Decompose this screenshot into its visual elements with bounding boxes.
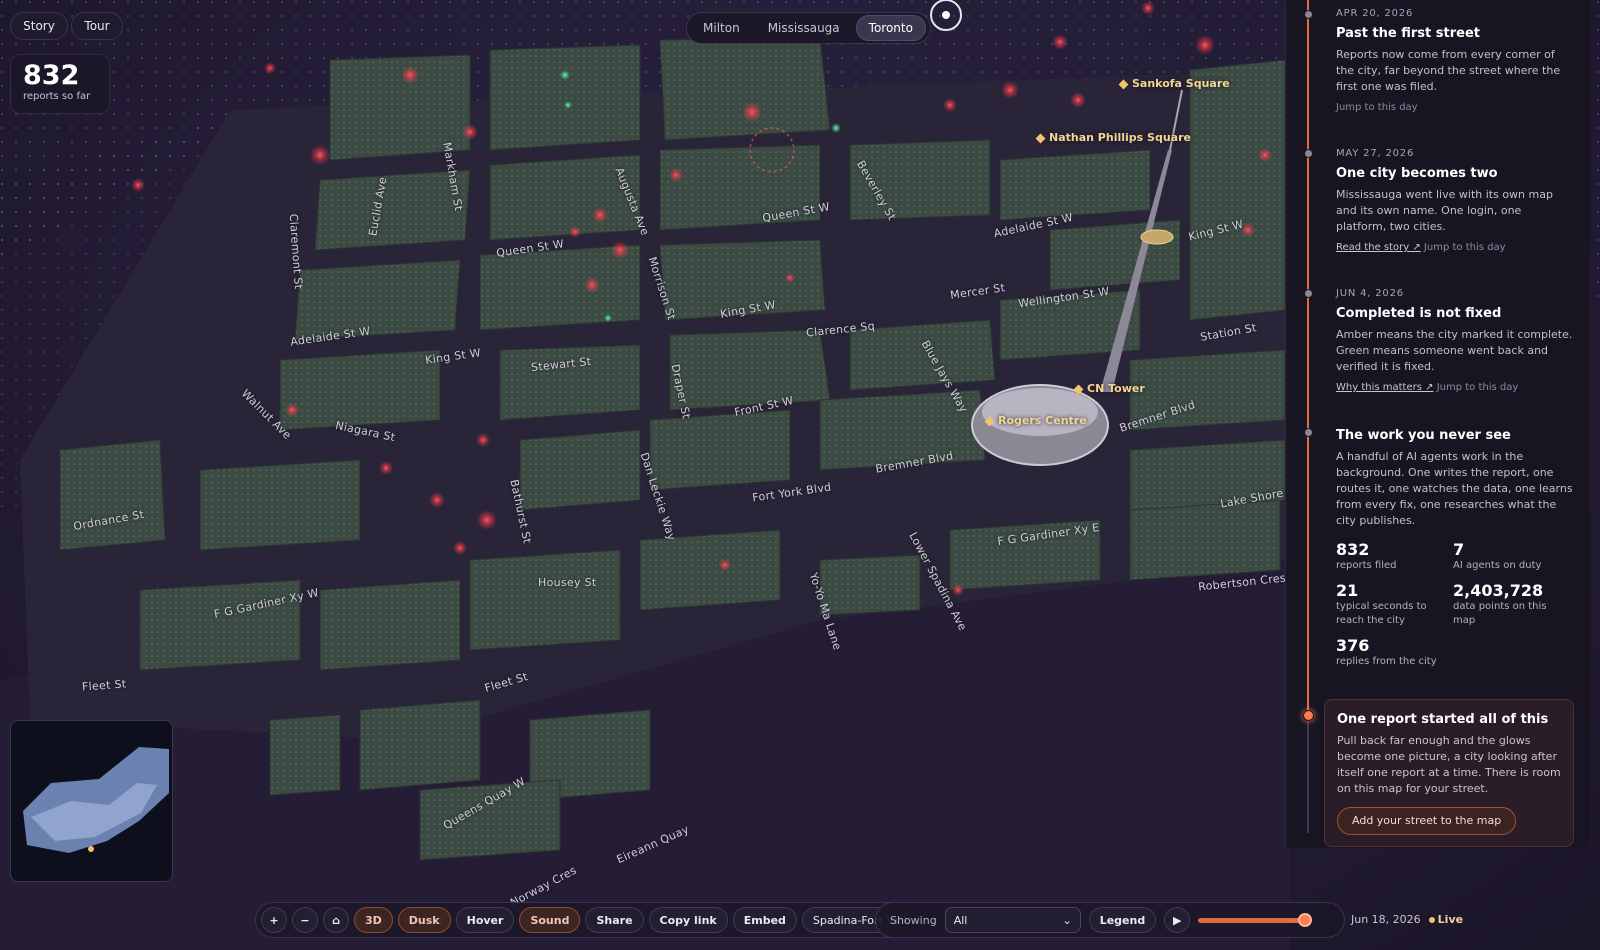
jump-to-day-link[interactable]: Jump to this day [1336, 102, 1418, 113]
timeline-line-future [1307, 715, 1309, 833]
jump-to-day-link[interactable]: Jump to this day [1437, 382, 1519, 393]
showing-select[interactable]: All ⌄ [944, 907, 1081, 933]
street-label: Housey St [538, 576, 597, 589]
home-icon: ⌂ [332, 913, 340, 927]
add-street-button[interactable]: Add your street to the map [1337, 807, 1517, 835]
showing-value: All [953, 913, 968, 927]
timeline-dot[interactable] [1304, 428, 1313, 437]
poi-label: Sankofa Square [1132, 77, 1230, 90]
showing-label: Showing [890, 913, 937, 927]
home-button[interactable]: ⌂ [323, 907, 349, 933]
city-tab-toronto[interactable]: Toronto [855, 15, 926, 41]
entry-body: Mississauga went live with its own map a… [1336, 188, 1553, 233]
entry-body: Amber means the city marked it complete.… [1336, 328, 1573, 373]
live-dot-icon [1428, 917, 1435, 923]
tour-button[interactable]: Tour [71, 12, 123, 40]
timeline-entry: MAY 27, 2026 One city becomes two Missis… [1336, 148, 1574, 253]
timeline-entry: The work you never see A handful of AI a… [1336, 428, 1574, 529]
story-button[interactable]: Story [10, 12, 68, 40]
entry-date: APR 20, 2026 [1336, 8, 1414, 19]
entry-title: Past the first street [1336, 26, 1480, 41]
poi-nathan-phillips-square[interactable]: Nathan Phillips Square [1035, 131, 1191, 144]
entry-title: One city becomes two [1336, 166, 1498, 181]
why-matters-link[interactable]: Why this matters ↗ [1336, 382, 1434, 393]
city-switcher: Milton Mississauga Toronto [686, 12, 931, 44]
zoom-out-button[interactable]: − [292, 907, 318, 933]
entry-title: Completed is not fixed [1336, 306, 1502, 321]
poi-label: Nathan Phillips Square [1049, 131, 1191, 144]
stat-value: 832 [1336, 540, 1370, 559]
poi-cn-tower[interactable]: CN Tower [1073, 382, 1145, 395]
timeline-line [1307, 0, 1309, 715]
stat-label: AI agents on duty [1453, 560, 1542, 571]
stat-label: reports filed [1336, 560, 1397, 571]
minimap[interactable] [10, 720, 173, 882]
poi-rogers-centre[interactable]: Rogers Centre [984, 414, 1087, 427]
stat-value: 21 [1336, 581, 1359, 600]
stat-value: 2,403,728 [1453, 581, 1544, 600]
diamond-icon [1073, 384, 1084, 394]
timeline-entry: APR 20, 2026 Past the first street Repor… [1336, 8, 1574, 113]
timeline-dot-current[interactable] [1303, 710, 1314, 721]
city-tab-milton[interactable]: Milton [691, 16, 752, 40]
stat-label: replies from the city [1336, 656, 1437, 667]
report-count: 832 [23, 60, 80, 91]
jump-to-day-link[interactable]: Jump to this day [1424, 242, 1506, 253]
stat-data-points: 2,403,728 data points on this map [1453, 581, 1570, 628]
share-button[interactable]: Share [585, 907, 644, 933]
filter-bar: Showing All ⌄ Legend ▶ [875, 902, 1345, 938]
3d-toggle[interactable]: 3D [354, 907, 393, 933]
minimap-canvas [23, 747, 169, 853]
hover-toggle[interactable]: Hover [455, 907, 515, 933]
stat-reports-filed: 832 reports filed [1336, 540, 1453, 573]
diamond-icon [1035, 133, 1046, 143]
chevron-down-icon: ⌄ [1062, 913, 1072, 927]
slider-handle[interactable] [1298, 913, 1313, 927]
map-toolbar: + − ⌂ 3D Dusk Hover Sound Share Copy lin… [255, 902, 916, 938]
stat-label: typical seconds to reach the city [1336, 601, 1427, 626]
current-date: Jun 18, 2026 [1351, 913, 1421, 926]
stat-value: 376 [1336, 636, 1370, 655]
read-story-link[interactable]: Read the story ↗ [1336, 242, 1421, 253]
entry-date: MAY 27, 2026 [1336, 148, 1415, 159]
timeline-dot[interactable] [1304, 149, 1313, 158]
entry-body: Reports now come from every corner of th… [1336, 48, 1561, 93]
entry-body: A handful of AI agents work in the backg… [1336, 450, 1573, 527]
diamond-icon [1118, 79, 1129, 89]
stat-value: 7 [1453, 540, 1465, 559]
entry-title: The work you never see [1336, 428, 1511, 443]
stats-grid: 832 reports filed 7 AI agents on duty 21 ty… [1336, 540, 1576, 669]
entry-date: JUN 4, 2026 [1336, 288, 1404, 299]
dusk-toggle[interactable]: Dusk [397, 907, 451, 933]
diamond-icon [984, 416, 995, 426]
copy-link-button[interactable]: Copy link [648, 907, 728, 933]
play-button[interactable]: ▶ [1164, 907, 1191, 933]
legend-button[interactable]: Legend [1088, 907, 1157, 933]
report-counter: 832 reports so far [10, 54, 110, 114]
play-icon: ▶ [1172, 913, 1182, 927]
poi-label: Rogers Centre [998, 414, 1087, 427]
stat-seconds-to-city: 21 typical seconds to reach the city [1336, 581, 1453, 628]
cta-card: One report started all of this Pull back… [1324, 699, 1574, 847]
poi-sankofa-square[interactable]: Sankofa Square [1118, 77, 1230, 90]
stat-city-replies: 376 replies from the city [1336, 636, 1453, 669]
timeline-dot[interactable] [1304, 289, 1313, 298]
zoom-in-button[interactable]: + [261, 907, 287, 933]
stat-ai-agents: 7 AI agents on duty [1453, 540, 1570, 573]
timeline-entry: JUN 4, 2026 Completed is not fixed Amber… [1336, 288, 1574, 393]
sound-toggle[interactable]: Sound [519, 907, 581, 933]
timeline-dot[interactable] [1304, 10, 1313, 19]
live-badge: Live [1437, 913, 1464, 926]
city-tab-mississauga[interactable]: Mississauga [756, 16, 852, 40]
status-readout: Jun 18, 2026 Live [1351, 913, 1463, 926]
stat-label: data points on this map [1453, 601, 1547, 626]
poi-label: CN Tower [1087, 382, 1145, 395]
cta-title: One report started all of this [1337, 712, 1549, 727]
embed-button[interactable]: Embed [732, 907, 797, 933]
cta-body: Pull back far enough and the glows becom… [1337, 734, 1561, 795]
report-count-label: reports so far [23, 91, 91, 102]
slider-track [1198, 918, 1309, 923]
timeline-slider[interactable] [1198, 907, 1313, 933]
